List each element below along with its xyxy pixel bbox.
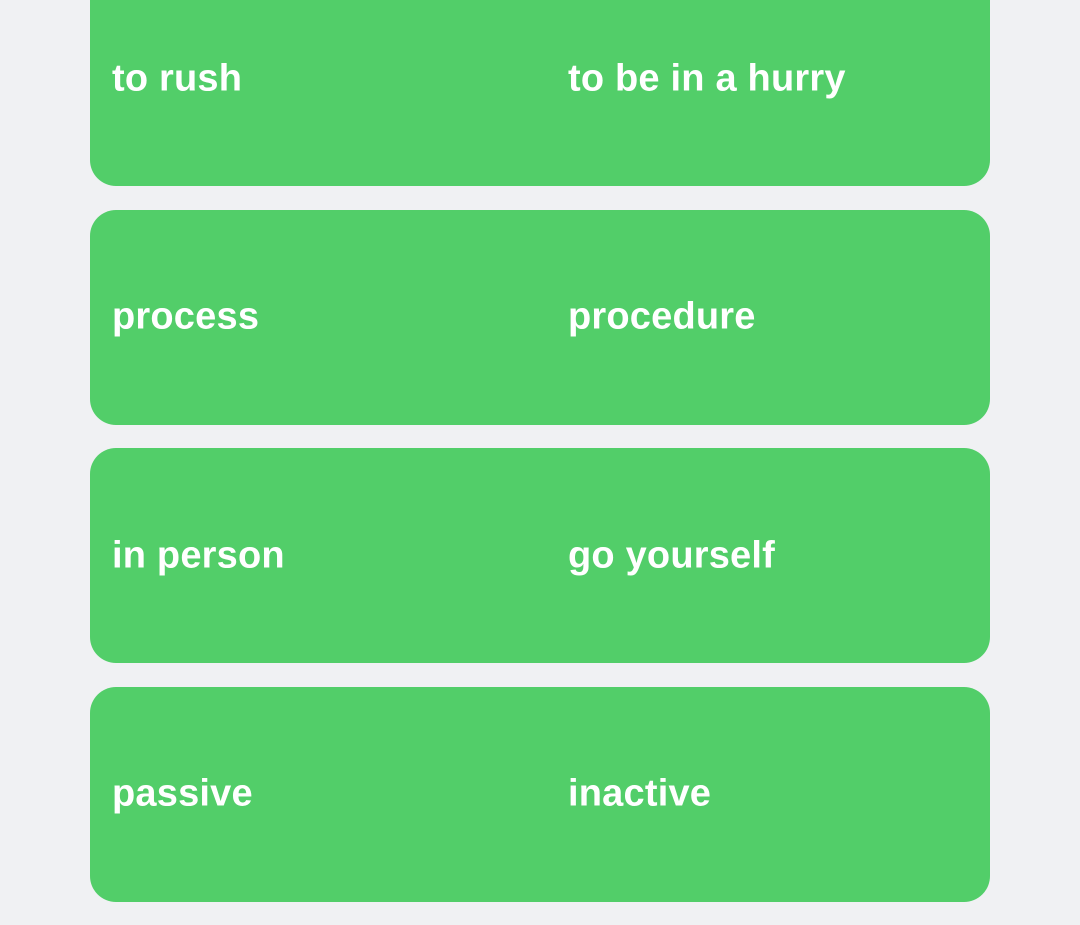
pair-term: to rush [112,57,243,99]
pair-term: process [112,295,260,338]
pair-card[interactable]: in person go yourself [90,448,990,663]
pair-card[interactable]: passive inactive [90,686,990,902]
pair-card[interactable]: to rush to be in a hurry [90,0,990,186]
pair-match: inactive [568,772,712,815]
pair-term: in person [112,534,285,576]
pair-card[interactable]: process procedure [90,209,990,425]
matched-pairs-list: to rush to be in a hurry process procedu… [90,0,990,925]
pair-match: go yourself [568,534,776,576]
pair-term: passive [112,772,253,815]
pair-match: procedure [568,295,756,338]
pair-match: to be in a hurry [568,57,846,99]
